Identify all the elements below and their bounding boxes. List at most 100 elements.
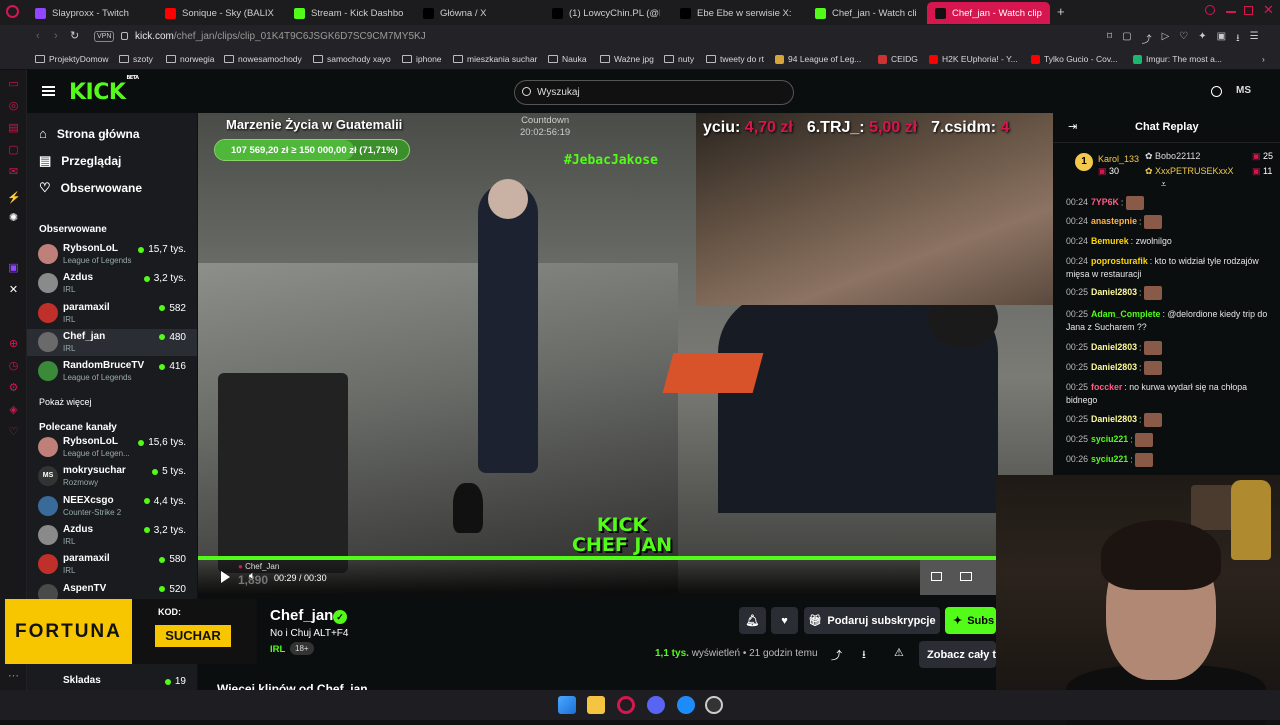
shopping-icon[interactable]: ▤	[7, 122, 20, 135]
bookmark-item[interactable]: mieszkania suchar	[453, 54, 537, 64]
windows-start-icon[interactable]	[558, 696, 576, 714]
history-icon[interactable]: ◷	[7, 360, 20, 373]
top-gifter-name[interactable]: Karol_133	[1098, 154, 1139, 164]
bookmark-item[interactable]: norwegia	[166, 54, 215, 64]
new-tab-button[interactable]: +	[1057, 4, 1065, 19]
pip-icon[interactable]	[931, 572, 942, 581]
message-user[interactable]: Daniel2803	[1091, 362, 1137, 372]
chatgpt-icon[interactable]: ✺	[7, 212, 20, 225]
sidebar-channel[interactable]: Azdus IRL 3,2 tys.	[27, 270, 197, 297]
theater-icon[interactable]	[960, 572, 972, 581]
sidebar-channel[interactable]: NEEXcsgo Counter-Strike 2 4,4 tys.	[27, 493, 197, 520]
bookmarks-icon[interactable]: ♡	[7, 426, 20, 439]
message-user[interactable]: foccker	[1091, 382, 1122, 392]
aria-icon[interactable]: ◎	[7, 100, 20, 113]
browser-tab[interactable]: Ebe Ebe w serwisie X: „Ta	[672, 2, 802, 24]
bookmark-item[interactable]: iphone	[402, 54, 442, 64]
notification-bell-button[interactable]: 🔔︎	[739, 607, 766, 634]
close-window-button[interactable]: ✕	[1263, 2, 1274, 18]
bookmark-item[interactable]: szoty	[119, 54, 153, 64]
bookmark-item[interactable]: samochody xayo	[313, 54, 391, 64]
twitch-icon[interactable]: ▣	[7, 262, 20, 275]
show-more-link[interactable]: Pokaż więcej	[39, 397, 92, 407]
collapse-chat-icon[interactable]: ⇥	[1068, 120, 1077, 133]
hamburger-icon[interactable]	[42, 86, 55, 96]
bookmarks-overflow-icon[interactable]: ›	[1262, 54, 1265, 64]
sidebar-channel[interactable]: RandomBruceTV League of Legends 416	[27, 358, 197, 385]
message-user[interactable]: Bemurek	[1091, 236, 1129, 246]
download-icon[interactable]: ⭳	[862, 646, 866, 665]
sidebar-channel[interactable]: MS mokrysuchar Rozmowy 5 tys.	[27, 463, 197, 490]
kick-sidebar-icon[interactable]: ⚡	[7, 192, 21, 205]
file-explorer-icon[interactable]	[587, 696, 605, 714]
search-tabs-icon[interactable]	[1205, 5, 1215, 15]
bookmark-item[interactable]: Tylko Gucio - Cov...	[1031, 54, 1118, 64]
browser-tab[interactable]: (1) LowcyChin.PL (@lowc	[544, 2, 668, 24]
reload-icon[interactable]: ↻	[70, 29, 79, 42]
messenger-taskbar-icon[interactable]	[677, 696, 695, 714]
url-field[interactable]: kick.com/chef_jan/clips/clip_01K4T9C6JSG…	[135, 31, 426, 42]
download-icon[interactable]: ⭳	[1236, 31, 1240, 48]
message-user[interactable]: 7YP6K	[1091, 197, 1119, 207]
discord-icon[interactable]	[647, 696, 665, 714]
easy-files-icon[interactable]: ▣	[1217, 31, 1226, 48]
back-icon[interactable]: ‹	[36, 30, 40, 42]
mail-icon[interactable]: ✉	[7, 166, 20, 179]
browser-tab[interactable]: Stream - Kick Dashboard	[286, 2, 411, 24]
expand-icon[interactable]: ⩡	[1161, 179, 1166, 190]
bookmark-item[interactable]: nuty	[664, 54, 694, 64]
extensions-icon[interactable]: ✦	[1198, 31, 1206, 48]
watch-full-stream-button[interactable]: Zobacz cały t	[919, 641, 996, 668]
bookmark-item[interactable]: nowesamochody	[224, 54, 302, 64]
search-input[interactable]: Wyszukaj	[514, 80, 794, 105]
gifter-3[interactable]: ✿ XxxPETRUSEKxxX	[1145, 166, 1234, 177]
message-user[interactable]: Daniel2803	[1091, 342, 1137, 352]
follow-button[interactable]: ♥	[771, 607, 798, 634]
forward-icon[interactable]: ›	[54, 30, 58, 42]
opera-logo-icon[interactable]	[6, 5, 19, 18]
browser-tab[interactable]: Slayproxx - Twitch	[27, 2, 152, 24]
snapshot-icon[interactable]: ▢	[1122, 31, 1131, 48]
browser-tab[interactable]: Sonique - Sky (BALIXON)	[157, 2, 282, 24]
more-icon[interactable]: ⋯	[7, 670, 20, 683]
x-icon[interactable]: ✕	[7, 284, 20, 297]
heart-icon[interactable]: ♡	[1179, 31, 1188, 48]
bookmark-item[interactable]: 94 League of Leg...	[775, 54, 861, 64]
nav-item[interactable]: ▤ Przeglądaj	[39, 153, 121, 169]
browser-tab[interactable]: Główna / X	[415, 2, 540, 24]
wallet-icon[interactable]: ▭	[7, 78, 20, 91]
pinboard-icon[interactable]: ◈	[7, 404, 20, 417]
sidebar-channel[interactable]: RybsonLoL League of Legends 15,7 tys.	[27, 241, 197, 268]
video-player[interactable]: Marzenie Życia w Guatemalii 107 569,20 z…	[198, 113, 1053, 595]
sidebar-channel[interactable]: Chef_jan IRL 480	[27, 328, 197, 356]
message-user[interactable]: syciu221	[1091, 434, 1128, 444]
user-avatar[interactable]: MS	[1236, 85, 1251, 96]
kick-logo[interactable]: KICKBETA	[69, 75, 139, 105]
bookmark-item[interactable]: Imgur: The most a...	[1133, 54, 1222, 64]
notifications-icon[interactable]	[1211, 86, 1222, 97]
message-user[interactable]: Adam_Complete	[1091, 309, 1160, 319]
minimize-button[interactable]	[1226, 11, 1236, 13]
sidebar-channel[interactable]: paramaxil IRL 582	[27, 300, 197, 327]
sidebar-channel[interactable]: RybsonLoL League of Legen... 15,6 tys.	[27, 434, 197, 461]
play-icon[interactable]: ▷	[1162, 31, 1170, 48]
bookmark-item[interactable]: ProjektyDomow	[35, 54, 109, 64]
nav-item[interactable]: ⌂ Strona główna	[39, 126, 140, 141]
play-button[interactable]	[221, 571, 230, 583]
subscribe-button[interactable]: ✦ Subs	[945, 607, 996, 634]
message-user[interactable]: poprosturafik	[1091, 256, 1148, 266]
gift-sub-button[interactable]: 🎁︎ Podaruj subskrypcje	[804, 607, 940, 634]
maximize-button[interactable]	[1244, 6, 1253, 15]
report-icon[interactable]: ⚠	[894, 646, 904, 659]
fortuna-ad-overlay[interactable]: FORTUNA KOD: SUCHAR	[5, 599, 257, 664]
bookmark-icon[interactable]: ⌑	[1107, 31, 1112, 48]
message-user[interactable]: anastepnie	[1091, 216, 1137, 226]
share-icon[interactable]: ⤴	[1142, 31, 1152, 48]
gifter-2[interactable]: ✿ Bobo22112	[1145, 151, 1200, 162]
message-user[interactable]: Daniel2803	[1091, 287, 1137, 297]
share-icon[interactable]: ⤴	[831, 647, 842, 663]
obs-icon[interactable]	[705, 696, 723, 714]
bookmark-item[interactable]: tweety do rt	[706, 54, 764, 64]
opera-taskbar-icon[interactable]	[617, 696, 635, 714]
browser-tab[interactable]: Chef_jan - Watch clips on	[807, 2, 924, 24]
